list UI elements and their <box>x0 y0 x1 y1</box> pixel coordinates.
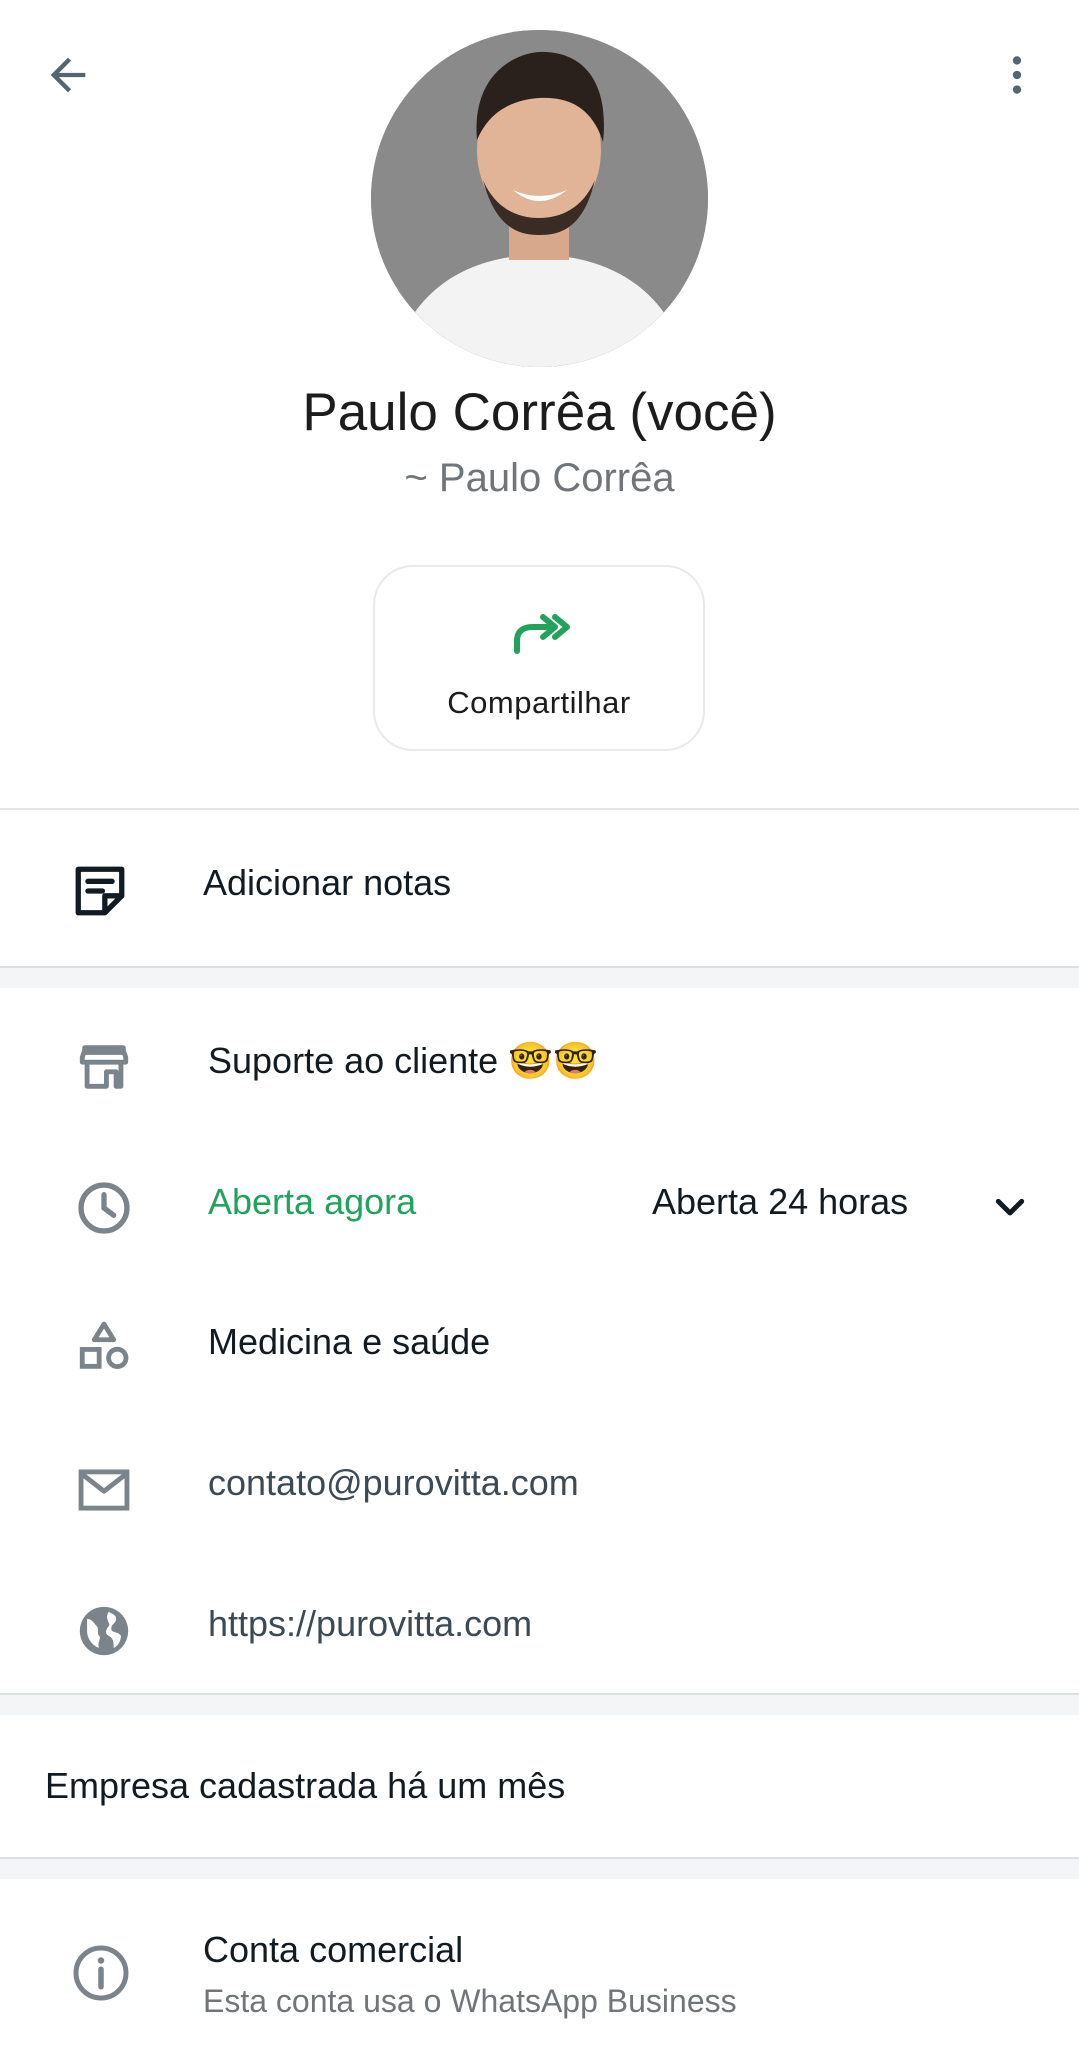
share-label: Compartilhar <box>447 685 631 720</box>
category-icon <box>79 1321 129 1369</box>
add-notes-row[interactable]: Adicionar notas <box>0 810 1079 968</box>
info-icon <box>73 1945 129 2001</box>
account-subtitle: Esta conta usa o WhatsApp Business <box>203 1983 737 2019</box>
business-website[interactable]: https://purovitta.com <box>208 1603 532 1645</box>
avatar-photo <box>371 30 708 367</box>
share-button[interactable]: Compartilhar <box>373 565 705 751</box>
clock-icon <box>78 1182 130 1234</box>
arrow-left-icon <box>50 57 86 93</box>
globe-icon <box>79 1606 129 1656</box>
business-hours[interactable]: Aberta 24 horas <box>652 1181 908 1223</box>
account-title: Conta comercial <box>203 1929 464 1970</box>
avatar[interactable] <box>371 30 708 367</box>
business-email[interactable]: contato@purovitta.com <box>208 1462 579 1504</box>
back-button[interactable] <box>28 35 108 115</box>
registration-info-card: Empresa cadastrada há um mês <box>0 1715 1079 1859</box>
business-status: Aberta agora <box>208 1181 417 1222</box>
email-icon <box>78 1469 130 1511</box>
business-account-row[interactable]: Conta comercial Esta conta usa o WhatsAp… <box>0 1879 1079 2063</box>
business-category: Medicina e saúde <box>208 1321 491 1362</box>
registration-text: Empresa cadastrada há um mês <box>45 1765 566 1806</box>
storefront-icon <box>79 1045 129 1089</box>
profile-header-card: Paulo Corrêa (você) ~ Paulo Corrêa Compa… <box>0 0 1079 810</box>
note-icon <box>75 866 125 916</box>
profile-subname: ~ Paulo Corrêa <box>404 456 675 500</box>
business-info-card: Suporte ao cliente 🤓🤓 Aberta agora Abert… <box>0 988 1079 1695</box>
business-description: Suporte ao cliente 🤓🤓 <box>208 1040 598 1081</box>
more-options-button[interactable] <box>977 35 1057 115</box>
profile-name: Paulo Corrêa (você) <box>302 383 777 442</box>
more-vertical-icon <box>1012 56 1022 94</box>
add-notes-label: Adicionar notas <box>203 862 452 903</box>
expand-hours-button[interactable] <box>985 1173 1035 1243</box>
chevron-down-icon <box>995 1198 1025 1216</box>
forward-icon <box>514 614 570 654</box>
